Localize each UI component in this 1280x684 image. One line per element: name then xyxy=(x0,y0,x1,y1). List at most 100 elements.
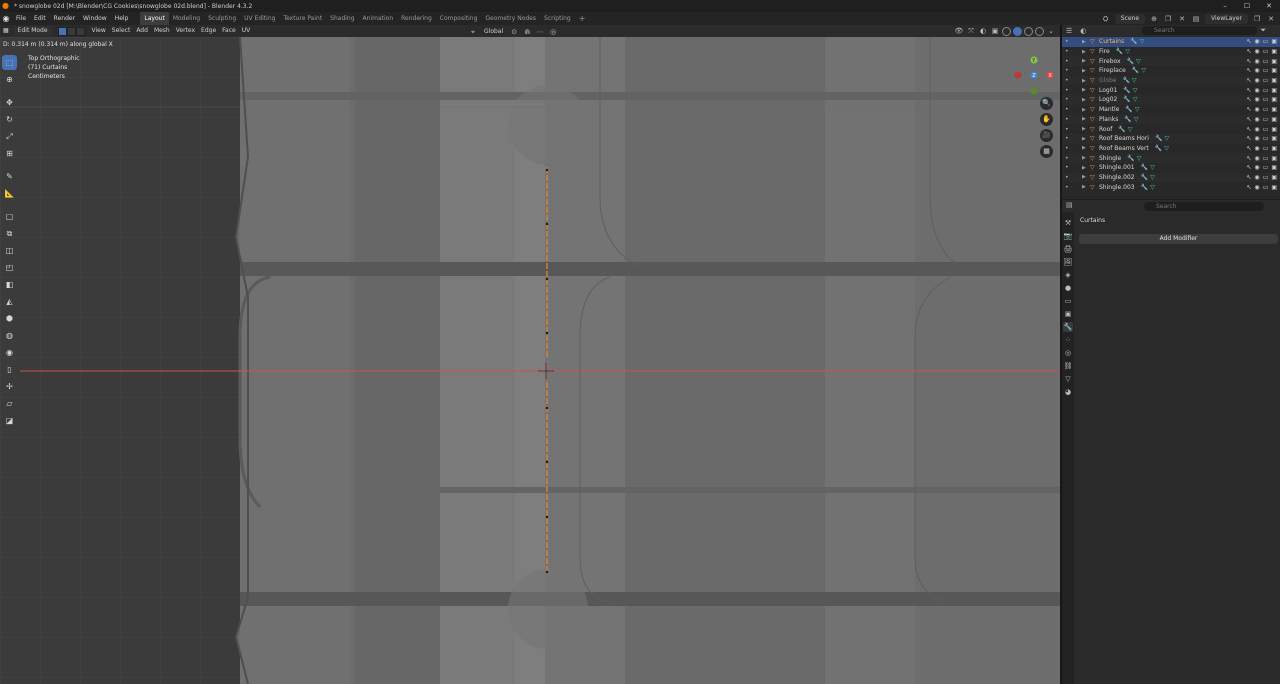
mesh-data-icon[interactable]: ▽ xyxy=(1134,116,1139,123)
rip-region-icon[interactable]: ◪ xyxy=(2,413,17,428)
camera-icon[interactable]: ▣ xyxy=(1271,77,1277,84)
mesh-data-icon[interactable]: ▽ xyxy=(1128,126,1133,133)
eye-icon[interactable]: ◉ xyxy=(1254,164,1259,171)
monitor-icon[interactable]: ▭ xyxy=(1263,126,1269,133)
blender-logo-icon[interactable]: ◉ xyxy=(0,14,12,23)
world-tab-icon[interactable]: ● xyxy=(1063,283,1073,293)
mesh-data-icon[interactable]: ▽ xyxy=(1137,155,1142,162)
solid-shading-icon[interactable] xyxy=(1013,26,1022,36)
visibility-icon[interactable]: 👁 xyxy=(954,26,964,36)
menu-vertex[interactable]: Vertex xyxy=(173,25,198,37)
physics-tab-icon[interactable]: ◎ xyxy=(1063,348,1073,358)
rendered-shading-icon[interactable] xyxy=(1035,26,1044,36)
outliner-row-label[interactable]: Roof Beams Vert xyxy=(1099,145,1149,152)
eye-icon[interactable]: ◉ xyxy=(1254,106,1259,113)
expand-chevron-icon[interactable]: ▶ xyxy=(1082,116,1090,122)
modifier-icon[interactable]: 🔧 xyxy=(1116,48,1123,55)
copy-icon[interactable]: ❐ xyxy=(1163,14,1173,24)
filter-icon[interactable]: ⏷ xyxy=(1260,26,1266,35)
outliner-row[interactable]: • ▶ ▽ Log01 🔧 ▽ ↖ ◉ ▭ ▣ xyxy=(1062,85,1280,95)
outliner-search-input[interactable]: Search xyxy=(1142,26,1257,35)
workspace-tab-compositing[interactable]: Compositing xyxy=(436,12,482,25)
extrude-icon[interactable]: ⧉ xyxy=(2,226,17,241)
modifier-icon[interactable]: 🔧 xyxy=(1123,87,1130,94)
monitor-icon[interactable]: ▭ xyxy=(1263,106,1269,113)
expand-chevron-icon[interactable]: ▶ xyxy=(1082,39,1090,45)
workspace-tab-layout[interactable]: Layout xyxy=(140,12,169,25)
view-layer-tab-icon[interactable]: 🖼 xyxy=(1063,257,1073,267)
remove-icon[interactable]: ✕ xyxy=(1177,14,1187,24)
editor-type-icon[interactable]: ▦ xyxy=(0,25,12,37)
camera-icon[interactable]: ▣ xyxy=(1271,126,1277,133)
outliner-row-label[interactable]: Mantle xyxy=(1099,106,1119,113)
selectable-icon[interactable]: ↖ xyxy=(1246,96,1251,103)
eye-icon[interactable]: ◉ xyxy=(1254,126,1259,133)
outliner-row-label[interactable]: Fire xyxy=(1099,48,1110,55)
expand-chevron-icon[interactable]: ▶ xyxy=(1082,87,1090,93)
monitor-icon[interactable]: ▭ xyxy=(1263,38,1269,45)
menu-select[interactable]: Select xyxy=(109,25,134,37)
outliner-row-label[interactable]: Globe xyxy=(1099,77,1117,84)
maximize-button[interactable]: ☐ xyxy=(1236,0,1258,12)
smooth-icon[interactable]: ◉ xyxy=(2,345,17,360)
workspace-tab-scripting[interactable]: Scripting xyxy=(540,12,575,25)
modifier-icon[interactable]: 🔧 xyxy=(1141,184,1148,191)
eye-icon[interactable]: ◉ xyxy=(1254,38,1259,45)
monitor-icon[interactable]: ▭ xyxy=(1263,87,1269,94)
workspace-tab-geometry-nodes[interactable]: Geometry Nodes xyxy=(481,12,540,25)
camera-icon[interactable]: ▣ xyxy=(1271,106,1277,113)
outliner-row-label[interactable]: Fireplace xyxy=(1099,67,1126,74)
loop-cut-icon[interactable]: ◧ xyxy=(2,277,17,292)
add-workspace-icon[interactable]: + xyxy=(575,14,590,23)
xray-icon[interactable]: ▣ xyxy=(990,26,1000,36)
workspace-tab-rendering[interactable]: Rendering xyxy=(397,12,436,25)
menu-edge[interactable]: Edge xyxy=(198,25,219,37)
camera-icon[interactable]: ▣ xyxy=(1271,58,1277,65)
outliner-row[interactable]: • ▶ ▽ Fireplace 🔧 ▽ ↖ ◉ ▭ ▣ xyxy=(1062,66,1280,76)
camera-icon[interactable]: ▣ xyxy=(1271,174,1277,181)
selectable-icon[interactable]: ↖ xyxy=(1246,77,1251,84)
modifier-tab-icon[interactable]: 🔧 xyxy=(1063,322,1073,332)
eye-icon[interactable]: ◉ xyxy=(1254,87,1259,94)
selectable-icon[interactable]: ↖ xyxy=(1246,174,1251,181)
monitor-icon[interactable]: ▭ xyxy=(1263,184,1269,191)
data-tab-icon[interactable]: ▽ xyxy=(1063,374,1073,384)
mesh-data-icon[interactable]: ▽ xyxy=(1141,67,1146,74)
poly-build-icon[interactable]: ⬢ xyxy=(2,311,17,326)
shading-options-icon[interactable]: ⌄ xyxy=(1046,26,1056,36)
face-select-icon[interactable] xyxy=(75,26,85,36)
select-box-icon[interactable]: ⬚ xyxy=(2,55,17,70)
modifier-icon[interactable]: 🔧 xyxy=(1118,126,1125,133)
eye-icon[interactable]: ◉ xyxy=(1254,96,1259,103)
outliner-row[interactable]: • ▶ ▽ Shingle.001 🔧 ▽ ↖ ◉ ▭ ▣ xyxy=(1062,163,1280,173)
mesh-data-icon[interactable]: ▽ xyxy=(1136,58,1141,65)
navigation-gizmo[interactable]: Y Z X xyxy=(1010,52,1056,98)
workspace-tab-animation[interactable]: Animation xyxy=(359,12,398,25)
modifier-icon[interactable]: 🔧 xyxy=(1141,164,1148,171)
add-modifier-button[interactable]: Add Modifier xyxy=(1079,234,1278,244)
modifier-icon[interactable]: 🔧 xyxy=(1125,106,1132,113)
overlay-icon[interactable]: ◐ xyxy=(978,26,988,36)
modifier-icon[interactable]: 🔧 xyxy=(1132,67,1139,74)
expand-chevron-icon[interactable]: ▶ xyxy=(1082,145,1090,151)
mesh-data-icon[interactable]: ▽ xyxy=(1125,48,1130,55)
selectable-icon[interactable]: ↖ xyxy=(1246,106,1251,113)
monitor-icon[interactable]: ▭ xyxy=(1263,48,1269,55)
remove-layer-icon[interactable]: ✕ xyxy=(1266,14,1276,24)
inset-icon[interactable]: ◫ xyxy=(2,243,17,258)
camera-icon[interactable]: ▣ xyxy=(1271,155,1277,162)
pivot-icon[interactable]: ⊙ xyxy=(509,27,519,37)
outliner-row-label[interactable]: Shingle.001 xyxy=(1099,164,1135,171)
outliner-row-label[interactable]: Firebox xyxy=(1099,58,1121,65)
scene-selector[interactable]: Scene xyxy=(1114,13,1146,24)
menu-file[interactable]: File xyxy=(12,12,30,25)
outliner-row[interactable]: • ▶ ▽ Roof Beams Vert 🔧 ▽ ↖ ◉ ▭ ▣ xyxy=(1062,144,1280,154)
expand-chevron-icon[interactable]: ▶ xyxy=(1082,97,1090,103)
camera-icon[interactable]: ▣ xyxy=(1271,87,1277,94)
view-layer-selector[interactable]: ViewLayer xyxy=(1205,13,1248,24)
scene-tab-icon[interactable]: ◈ xyxy=(1063,270,1073,280)
monitor-icon[interactable]: ▭ xyxy=(1263,96,1269,103)
zoom-icon[interactable]: 🔍 xyxy=(1040,97,1053,110)
outliner-row-label[interactable]: Planks xyxy=(1099,116,1118,123)
outliner-row[interactable]: • ▶ ▽ Shingle 🔧 ▽ ↖ ◉ ▭ ▣ xyxy=(1062,153,1280,163)
